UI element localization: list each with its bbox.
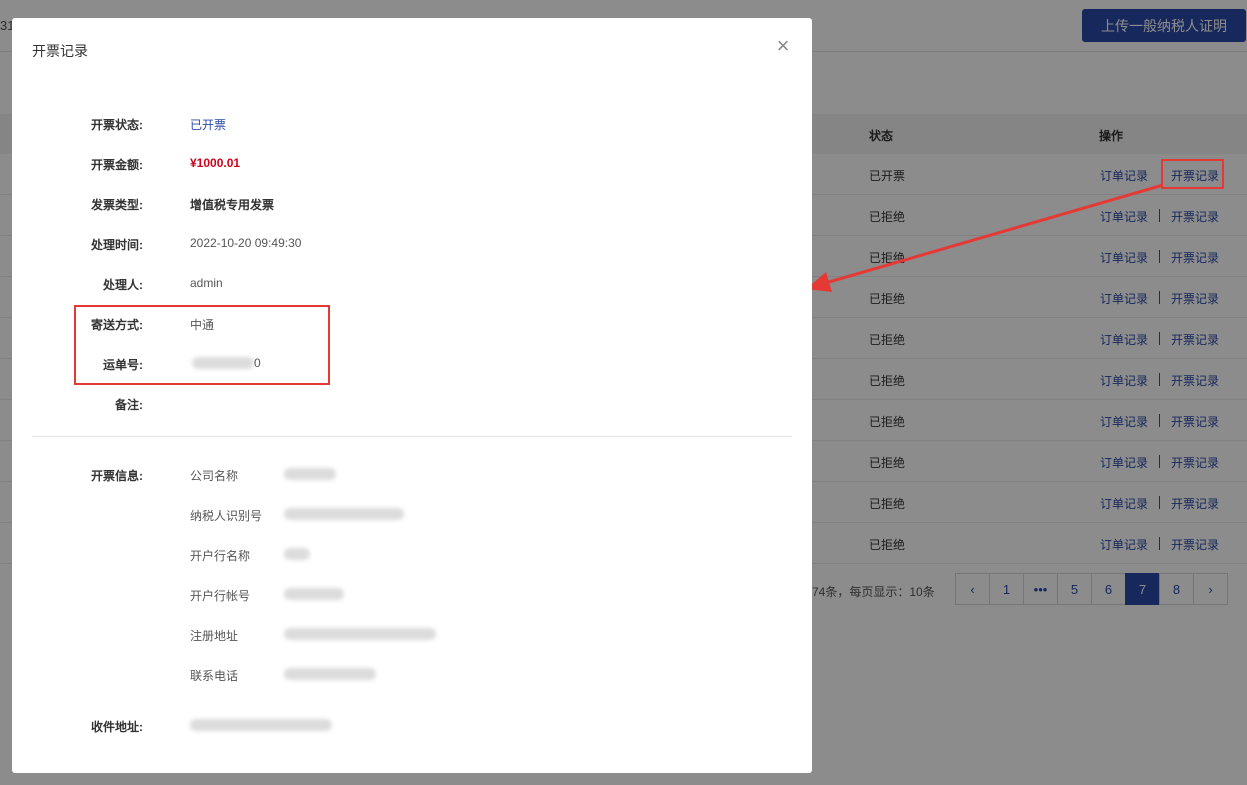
redacted-registered-address xyxy=(284,628,436,640)
status-label: 开票状态: xyxy=(91,118,143,132)
redacted-phone xyxy=(284,668,376,680)
close-icon[interactable]: × xyxy=(774,35,792,57)
shipping-address-label: 收件地址: xyxy=(91,720,143,734)
tracking-label: 运单号: xyxy=(103,358,143,372)
tracking-value: 0 xyxy=(254,356,261,370)
remark-label: 备注: xyxy=(115,398,143,412)
ship-method-label: 寄送方式: xyxy=(91,318,143,332)
status-value: 已开票 xyxy=(190,118,227,132)
invoice-info-label: 开票信息: xyxy=(91,469,143,483)
bank-account-label: 开户行帐号 xyxy=(190,589,251,603)
type-label: 发票类型: xyxy=(91,198,143,212)
taxpayer-id-label: 纳税人识别号 xyxy=(190,509,263,523)
redacted-tracking xyxy=(192,357,254,369)
invoice-record-modal: 开票记录 × 开票状态: 已开票 开票金额: ¥1000.01 发票类型: 增值… xyxy=(12,18,812,773)
annotation-highlight-invoice-link xyxy=(1161,159,1224,189)
time-label: 处理时间: xyxy=(91,238,143,252)
bank-name-label: 开户行名称 xyxy=(190,549,251,563)
amount-value: ¥1000.01 xyxy=(190,156,241,170)
phone-label: 联系电话 xyxy=(190,669,239,683)
redacted-shipping-address xyxy=(190,719,332,731)
amount-label: 开票金额: xyxy=(91,158,143,172)
time-value: 2022-10-20 09:49:30 xyxy=(190,236,302,250)
redacted-bank-account xyxy=(284,588,344,600)
type-value: 增值税专用发票 xyxy=(190,198,275,212)
registered-address-label: 注册地址 xyxy=(190,629,239,643)
redacted-taxpayer-id xyxy=(284,508,404,520)
redacted-bank-name xyxy=(284,548,310,560)
redacted-company-name xyxy=(284,468,336,480)
ship-method-value: 中通 xyxy=(190,318,215,332)
company-name-label: 公司名称 xyxy=(190,469,239,483)
handler-label: 处理人: xyxy=(103,278,143,292)
divider xyxy=(32,436,792,437)
modal-title: 开票记录 xyxy=(32,43,88,59)
handler-value: admin xyxy=(190,276,223,290)
